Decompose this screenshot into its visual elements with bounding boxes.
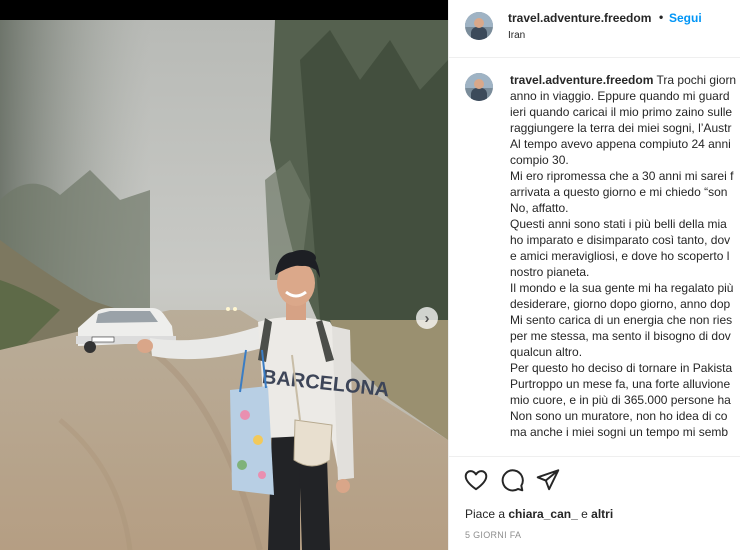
likes-others-link[interactable]: altri <box>591 507 613 521</box>
caption-line: qualcun altro. <box>510 345 583 359</box>
heart-icon <box>464 470 488 491</box>
caption-line: arrivata a questo giorno e mi chiedo “so… <box>510 185 728 199</box>
caption-username[interactable]: travel.adventure.freedom <box>510 73 653 87</box>
post-photo[interactable]: BARCELONA › <box>0 20 448 550</box>
caption-line: Mi ero ripromessa che a 30 anni mi sarei… <box>510 169 734 183</box>
caption-line: Al tempo avevo appena compiuto 24 anni <box>510 137 731 151</box>
next-photo-button[interactable]: › <box>416 307 438 329</box>
post-actions: Piace a chiara_can_ e altri 5 GIORNI FA <box>449 456 740 550</box>
follow-button[interactable]: Segui <box>669 11 702 25</box>
caption-line: No, affatto. <box>510 201 569 215</box>
chevron-right-icon: › <box>424 309 430 327</box>
paper-plane-icon <box>536 469 560 491</box>
caption-line: Non sono un muratore, non ho idea di co <box>510 409 728 423</box>
caption-line: travel.adventure.freedom Tra pochi giorn <box>510 73 737 87</box>
comments-section[interactable]: travel.adventure.freedom Tra pochi giorn… <box>449 59 740 455</box>
caption-line: compio 30. <box>510 153 569 167</box>
caption-line: Questi anni sono stati i più belli della… <box>510 217 727 231</box>
post-side-panel: travel.adventure.freedom • Segui Iran tr… <box>448 0 740 550</box>
caption-line: anno in viaggio. Eppure quando mi guard <box>510 89 730 103</box>
caption-line: Il mondo e la sua gente mi ha regalato p… <box>510 281 734 295</box>
separator-dot: • <box>659 10 664 24</box>
caption-line: raggiungere la terra dei miei sogni, l’A… <box>510 121 732 135</box>
post-date[interactable]: 5 GIORNI FA <box>465 530 521 540</box>
caption-line: Mi sento carica di un energia che non ri… <box>510 313 733 327</box>
caption-line: per me stessa, ma sento il bisogno di do… <box>510 329 731 343</box>
avatar[interactable] <box>465 12 493 40</box>
caption-line: mio cuore, e in più di 365.000 persone h… <box>510 393 731 407</box>
post-photo-image: BARCELONA <box>0 20 448 550</box>
caption-line: nostro pianeta. <box>510 265 590 279</box>
likes-user-link[interactable]: chiara_can_ <box>508 507 577 521</box>
post-location[interactable]: Iran <box>508 30 525 41</box>
post-caption: travel.adventure.freedom Tra pochi giorn… <box>510 72 740 440</box>
post-header: travel.adventure.freedom • Segui Iran <box>449 0 740 58</box>
caption-line: ieri quando caricai il mio primo zaino s… <box>510 105 733 119</box>
caption-line: ma anche i miei sogni un tempo mi semb <box>510 425 729 439</box>
comment-button[interactable] <box>499 467 525 493</box>
caption-line: Purtroppo un mese fa, una forte alluvion… <box>510 377 731 391</box>
likes-prefix: Piace a <box>465 507 506 521</box>
caption-line: Per questo ho deciso di tornare in Pakis… <box>510 361 733 375</box>
author-username[interactable]: travel.adventure.freedom <box>508 11 651 25</box>
caption-avatar[interactable] <box>465 73 493 101</box>
comment-bubble-icon <box>501 469 524 492</box>
likes-summary: Piace a chiara_can_ e altri <box>465 507 613 521</box>
caption-line: desiderare, giorno dopo giorno, anno dop <box>510 297 731 311</box>
top-black-bar <box>0 0 448 20</box>
like-button[interactable] <box>463 467 489 493</box>
likes-conjunction: e <box>581 507 588 521</box>
caption-line: e amici meravigliosi, e dove ho scoperto… <box>510 249 730 263</box>
share-button[interactable] <box>535 467 561 493</box>
caption-line: ho imparato e disimparato così tanto, do… <box>510 233 731 247</box>
